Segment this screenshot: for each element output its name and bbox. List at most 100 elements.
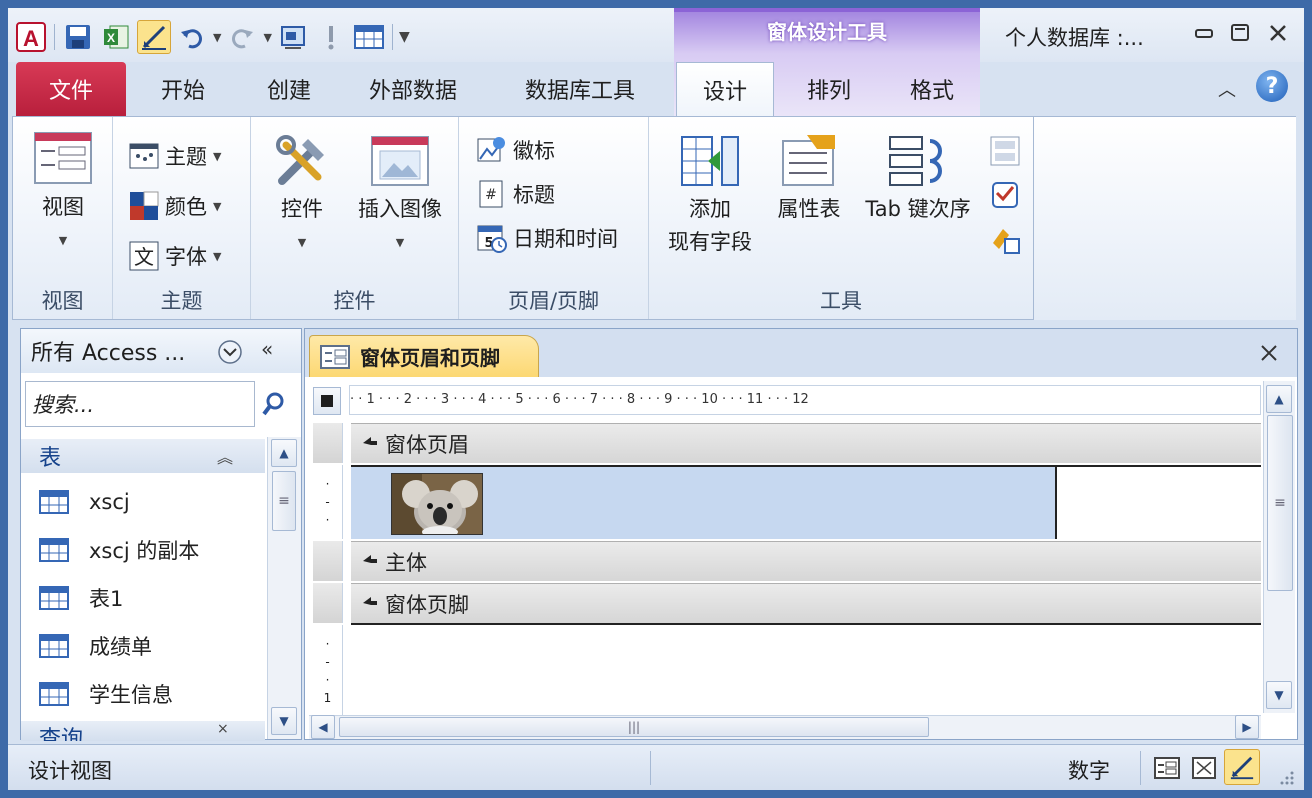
customize-qat-icon[interactable]: ▼ <box>399 29 410 45</box>
list-item[interactable]: 表1 <box>39 575 123 621</box>
title-label: 标题 <box>513 183 555 207</box>
property-sheet-button[interactable]: 属性表 <box>767 131 851 226</box>
table-icon <box>39 634 69 658</box>
scroll-up-icon[interactable]: ▲ <box>1266 385 1292 413</box>
convert-macros-icon[interactable] <box>989 223 1021 255</box>
fonts-button[interactable]: 文 字体 ▼ <box>129 241 221 271</box>
resize-grip-icon[interactable] <box>1276 767 1296 787</box>
scroll-left-icon[interactable]: ◀ <box>311 715 335 739</box>
tab-external-data[interactable]: 外部数据 <box>348 62 478 116</box>
app-client: A X ▼ ▼ ▼ 窗体设计工具 个人数据库:... 文件 开始 创建 外部数… <box>8 8 1304 790</box>
form-header-area[interactable] <box>351 467 1055 539</box>
colors-button[interactable]: 颜色 ▼ <box>129 191 221 221</box>
tab-arrange[interactable]: 排列 <box>784 62 874 116</box>
tab-file[interactable]: 文件 <box>16 62 126 116</box>
collapse-nav-icon[interactable]: « <box>261 337 273 361</box>
doc-hscroll-thumb[interactable]: ||| <box>339 717 929 737</box>
design-view-button[interactable] <box>1224 749 1260 785</box>
tab-order-label: Tab 键次序 <box>865 197 971 221</box>
section-bar-detail[interactable]: 主体 <box>351 541 1261 581</box>
excel-export-icon[interactable]: X <box>99 20 133 54</box>
scroll-up-icon[interactable]: ▲ <box>271 439 297 467</box>
close-icon[interactable] <box>1264 22 1292 49</box>
maximize-icon[interactable] <box>1226 22 1254 49</box>
form-icon[interactable] <box>276 20 310 54</box>
nav-menu-chevron-icon[interactable] <box>217 339 243 365</box>
view-button[interactable]: 视图 ▼ <box>21 131 105 257</box>
scroll-down-icon[interactable]: ▼ <box>271 707 297 735</box>
tools-icon <box>276 135 324 185</box>
subform-icon[interactable] <box>989 135 1021 167</box>
undo-dropdown-icon[interactable]: ▼ <box>213 31 221 44</box>
date-time-button[interactable]: 5 日期和时间 <box>477 223 618 253</box>
nav-search-input[interactable]: 搜索... <box>25 381 255 427</box>
title-button[interactable]: # 标题 <box>477 179 555 209</box>
section-bar-form-footer[interactable]: 窗体页脚 <box>351 583 1261 623</box>
tab-order-button[interactable]: Tab 键次序 <box>853 131 983 226</box>
add-existing-fields-button[interactable]: 添加 现有字段 <box>655 131 765 259</box>
logo-image[interactable] <box>391 473 483 535</box>
svg-text:X: X <box>107 31 115 45</box>
document-tab-label: 窗体页眉和页脚 <box>360 346 500 370</box>
search-icon[interactable] <box>261 391 287 417</box>
access-app-icon[interactable]: A <box>14 20 48 54</box>
design-view-icon[interactable] <box>137 20 171 54</box>
tab-design[interactable]: 设计 <box>676 62 774 116</box>
section-footer-label: 窗体页脚 <box>385 592 469 617</box>
tab-form-header-footer[interactable]: 窗体页眉和页脚 <box>309 335 539 377</box>
collapse-category-icon[interactable]: ︽ <box>217 444 233 468</box>
group-label-controls: 控件 <box>333 289 376 313</box>
tab-format[interactable]: 格式 <box>884 62 980 116</box>
table-icon[interactable] <box>352 20 386 54</box>
svg-text:#: # <box>485 187 497 203</box>
document-window: 窗体页眉和页脚 · · 1 · · · 2 · · · 3 · · · 4 · … <box>304 328 1298 740</box>
tab-database-tools[interactable]: 数据库工具 <box>500 62 660 116</box>
section-selector-body[interactable] <box>313 541 343 581</box>
form-selector-square <box>321 395 333 407</box>
logo-button[interactable]: 徽标 <box>477 135 555 165</box>
nav-scrollbar[interactable]: ▲ ≡ ▼ <box>267 437 301 739</box>
tab-create[interactable]: 创建 <box>244 62 334 116</box>
controls-button[interactable]: 控件 ▼ <box>267 131 337 259</box>
nav-scroll-thumb[interactable]: ≡ <box>272 471 296 531</box>
section-bar-form-header[interactable]: 窗体页眉 <box>351 423 1261 463</box>
list-item[interactable]: xscj 的副本 <box>39 527 199 573</box>
form-selector[interactable] <box>313 387 341 415</box>
form-view-icon[interactable] <box>1154 757 1180 779</box>
exclamation-icon[interactable] <box>314 20 348 54</box>
image-icon <box>371 136 429 186</box>
save-icon[interactable] <box>61 20 95 54</box>
ribbon-tab-row: 文件 开始 创建 外部数据 数据库工具 设计 排列 格式 ︿ ? <box>8 62 1304 116</box>
table-icon <box>39 490 69 514</box>
collapse-ribbon-icon[interactable]: ︿ <box>1218 76 1236 102</box>
help-icon[interactable]: ? <box>1256 70 1288 102</box>
insert-image-button[interactable]: 插入图像 ▼ <box>345 131 455 259</box>
nav-category-queries[interactable]: 查询 × <box>21 721 265 741</box>
section-selector-footer[interactable] <box>313 583 343 623</box>
themes-button[interactable]: 主题 ▼ <box>129 141 221 171</box>
close-document-icon[interactable] <box>1259 343 1279 363</box>
property-sheet-label: 属性表 <box>777 197 841 221</box>
redo-dropdown-icon[interactable]: ▼ <box>263 31 271 44</box>
document-horizontal-scrollbar[interactable]: ◀ ||| ▶ <box>309 715 1261 739</box>
section-header-label: 窗体页眉 <box>385 432 469 457</box>
list-item[interactable]: 成绩单 <box>39 623 152 669</box>
nav-header[interactable]: 所有 Access ... « <box>21 329 301 373</box>
list-item[interactable]: 学生信息 <box>39 671 173 717</box>
collapse-category-icon[interactable]: × <box>217 721 229 737</box>
section-selector-header[interactable] <box>313 423 343 463</box>
doc-scroll-thumb[interactable]: ≡ <box>1267 415 1293 591</box>
nav-category-tables[interactable]: 表 ︽ <box>21 439 265 473</box>
tab-home[interactable]: 开始 <box>138 62 228 116</box>
minimize-icon[interactable] <box>1190 22 1218 49</box>
group-label-themes: 主题 <box>160 289 203 313</box>
scroll-down-icon[interactable]: ▼ <box>1266 681 1292 709</box>
quick-access-toolbar: A X ▼ ▼ ▼ <box>14 18 410 56</box>
layout-view-icon[interactable] <box>1192 757 1216 779</box>
redo-icon[interactable] <box>225 20 259 54</box>
undo-icon[interactable] <box>175 20 209 54</box>
document-vertical-scrollbar[interactable]: ▲ ≡ ▼ <box>1263 381 1295 713</box>
scroll-right-icon[interactable]: ▶ <box>1235 715 1259 739</box>
view-code-icon[interactable] <box>989 179 1021 211</box>
list-item[interactable]: xscj <box>39 479 130 525</box>
